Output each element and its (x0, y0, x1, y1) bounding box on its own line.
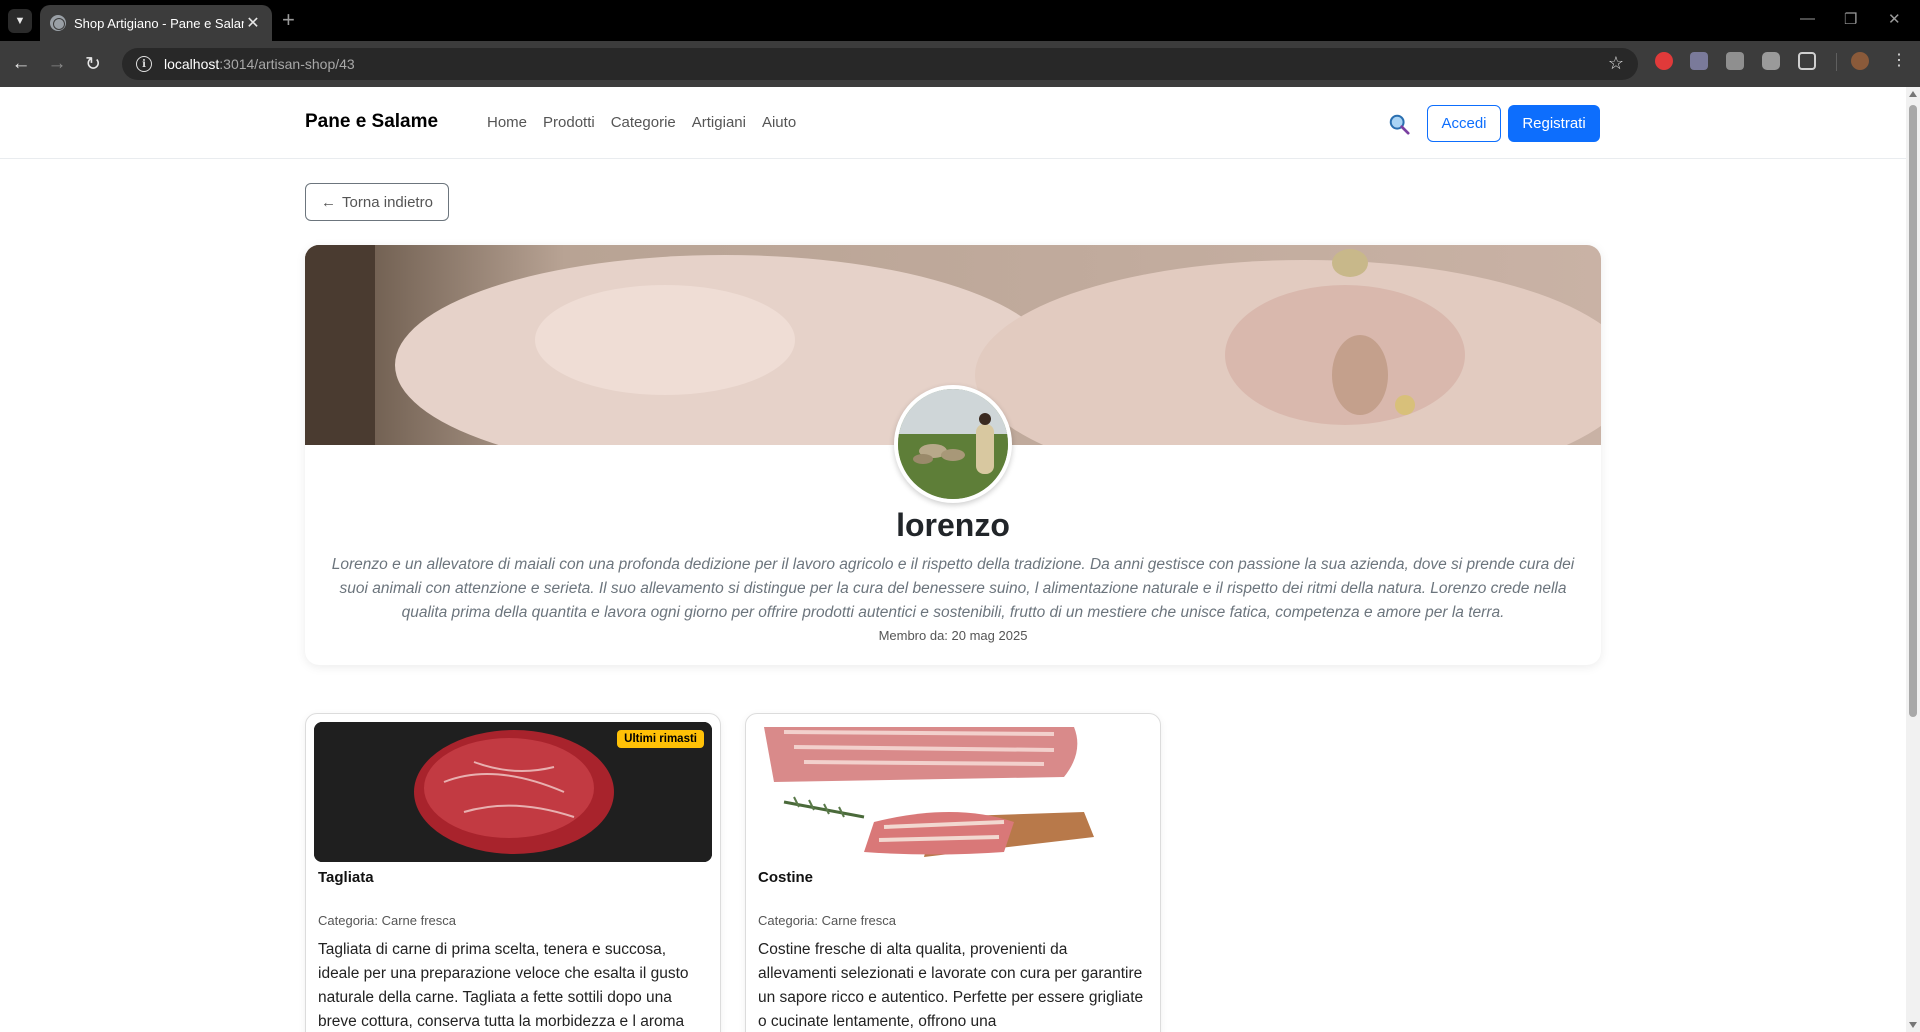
product-image (754, 722, 1152, 862)
globe-icon (50, 15, 66, 31)
scroll-up-arrow-icon[interactable] (1909, 91, 1917, 97)
browser-tabbar: ▼ Shop Artigiano - Pane e Salame ✕ + — ❐… (0, 0, 1920, 41)
extensions-puzzle-icon[interactable] (1798, 52, 1816, 70)
camera-icon[interactable] (1762, 52, 1780, 70)
extension-r-icon[interactable] (1726, 52, 1744, 70)
artisan-avatar (894, 385, 1012, 503)
forward-arrow-icon[interactable]: → (44, 51, 70, 77)
nav-aiuto[interactable]: Aiuto (762, 114, 796, 131)
product-category: Categoria: Carne fresca (318, 913, 457, 928)
product-image: Ultimi rimasti (314, 722, 712, 862)
url-host: localhost (164, 56, 220, 72)
window-close-icon[interactable]: ✕ (1888, 10, 1901, 28)
site-header: Pane e Salame Home Prodotti Categorie Ar… (0, 87, 1906, 159)
extension-red-icon[interactable] (1655, 52, 1673, 70)
product-description: Costine fresche di alta qualita, proveni… (758, 941, 1144, 1030)
product-name[interactable]: Tagliata (318, 869, 374, 886)
extension-glasses-icon[interactable] (1690, 52, 1708, 70)
product-description: Tagliata di carne di prima scelta, tener… (318, 941, 689, 1030)
search-icon[interactable] (1388, 113, 1410, 135)
arrow-left-icon: ← (321, 193, 337, 211)
bookmark-star-icon[interactable]: ☆ (1608, 53, 1624, 74)
product-category: Categoria: Carne fresca (758, 913, 897, 928)
close-icon[interactable]: ✕ (244, 13, 262, 33)
profile-avatar-icon[interactable] (1851, 52, 1869, 70)
product-card[interactable]: Costine Categoria: Carne fresca Costine … (745, 713, 1161, 1032)
address-bar[interactable]: i localhost:3014/artisan-shop/43 ☆ (122, 48, 1638, 80)
menu-kebab-icon[interactable]: ⋮ (1890, 52, 1908, 70)
product-card[interactable]: Ultimi rimasti Tagliata Categoria: Carne… (305, 713, 721, 1032)
site-info-icon[interactable]: i (136, 56, 152, 72)
product-badge: Ultimi rimasti (617, 730, 704, 748)
new-tab-plus-icon[interactable]: + (282, 8, 295, 32)
restore-icon[interactable]: ❐ (1844, 10, 1857, 28)
browser-toolbar: ← → ↻ i localhost:3014/artisan-shop/43 ☆ (0, 41, 1920, 87)
back-button[interactable]: ← Torna indietro (305, 183, 449, 221)
member-since: Membro da: 20 mag 2025 (878, 628, 1028, 643)
page-scrollbar[interactable] (1906, 87, 1920, 1032)
main-nav: Home Prodotti Categorie Artigiani Aiuto (487, 114, 796, 131)
artisan-name: lorenzo (896, 507, 1010, 543)
login-button[interactable]: Accedi (1427, 105, 1501, 142)
artisan-profile-card: lorenzo Lorenzo e un allevatore di maial… (305, 245, 1601, 665)
nav-artigiani[interactable]: Artigiani (692, 114, 746, 131)
scroll-down-arrow-icon[interactable] (1909, 1022, 1917, 1028)
back-arrow-icon[interactable]: ← (8, 51, 34, 77)
nav-home[interactable]: Home (487, 114, 527, 131)
nav-categorie[interactable]: Categorie (611, 114, 676, 131)
minimize-icon[interactable]: — (1800, 10, 1815, 27)
nav-prodotti[interactable]: Prodotti (543, 114, 595, 131)
artisan-bio: Lorenzo e un allevatore di maiali con un… (331, 556, 1575, 621)
browser-tab[interactable]: Shop Artigiano - Pane e Salame ✕ (40, 5, 272, 41)
register-button[interactable]: Registrati (1508, 105, 1600, 142)
tab-title: Shop Artigiano - Pane e Salame (74, 15, 244, 31)
site-brand[interactable]: Pane e Salame (305, 111, 438, 133)
reload-icon[interactable]: ↻ (80, 51, 106, 77)
toolbar-separator (1836, 53, 1837, 71)
product-name[interactable]: Costine (758, 869, 813, 886)
tab-list-chevron-icon[interactable]: ▼ (8, 9, 32, 33)
url-path: :3014/artisan-shop/43 (219, 56, 355, 72)
back-button-label: Torna indietro (342, 193, 433, 211)
page-viewport: Pane e Salame Home Prodotti Categorie Ar… (0, 87, 1906, 1032)
scroll-thumb[interactable] (1909, 105, 1917, 717)
